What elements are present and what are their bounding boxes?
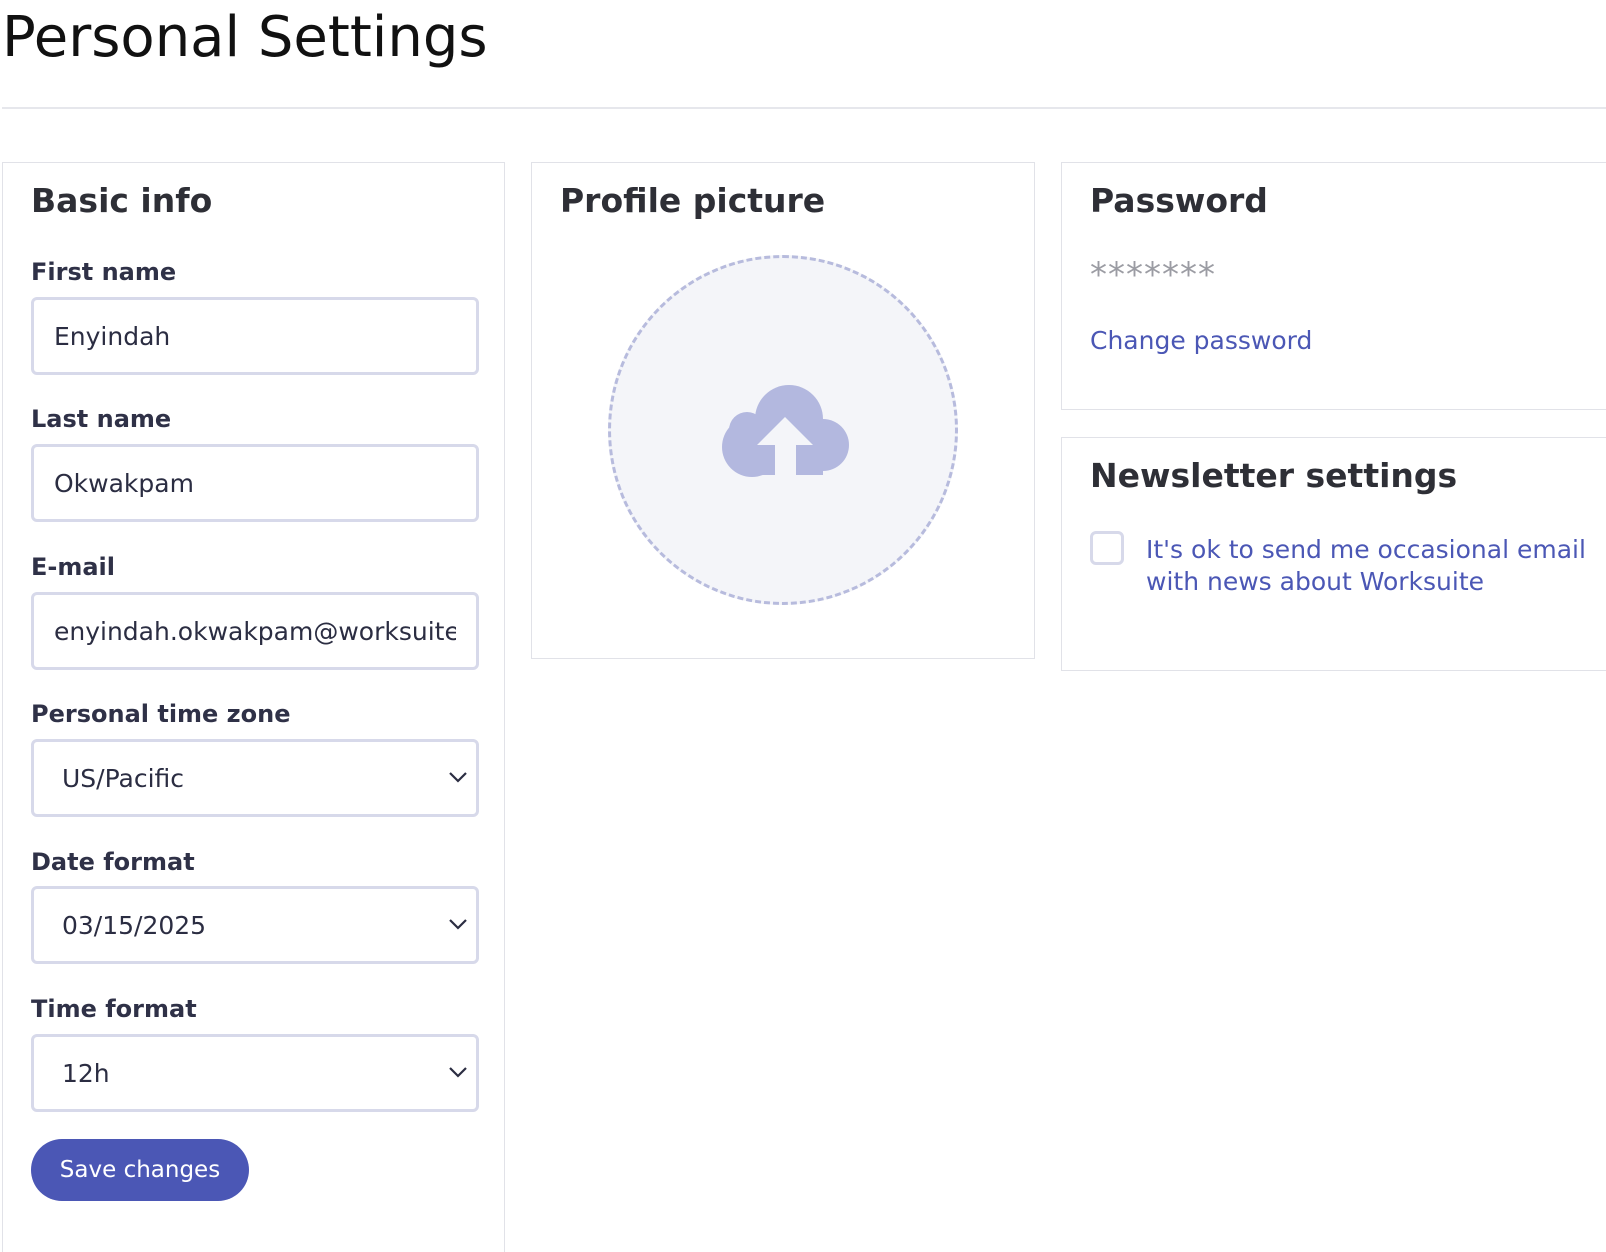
chevron-down-icon xyxy=(449,1067,467,1078)
password-card: Password ******* Change password xyxy=(1061,162,1606,410)
basic-info-title: Basic info xyxy=(31,181,213,220)
profile-picture-title: Profile picture xyxy=(560,181,826,220)
newsletter-settings-title: Newsletter settings xyxy=(1090,456,1458,495)
time-format-label: Time format xyxy=(31,995,197,1023)
last-name-label: Last name xyxy=(31,405,172,433)
profile-picture-card: Profile picture xyxy=(531,162,1035,659)
title-divider xyxy=(2,107,1606,109)
timezone-select[interactable]: US/Pacific xyxy=(31,739,479,817)
password-masked-value: ******* xyxy=(1090,255,1216,295)
chevron-down-icon xyxy=(449,919,467,930)
chevron-down-icon xyxy=(449,772,467,783)
first-name-label: First name xyxy=(31,258,177,286)
last-name-input[interactable] xyxy=(31,444,479,522)
personal-settings-page: Personal Settings Basic info First name … xyxy=(0,0,1606,1252)
save-changes-button[interactable]: Save changes xyxy=(31,1139,249,1201)
basic-info-card: Basic info First name Last name E-mail P… xyxy=(2,162,505,1252)
date-format-select-value: 03/15/2025 xyxy=(62,911,207,940)
date-format-select[interactable]: 03/15/2025 xyxy=(31,886,479,964)
time-format-select-value: 12h xyxy=(62,1059,110,1088)
time-format-select[interactable]: 12h xyxy=(31,1034,479,1112)
profile-picture-upload[interactable] xyxy=(608,255,958,605)
password-title: Password xyxy=(1090,181,1268,220)
cloud-upload-icon xyxy=(722,385,849,483)
newsletter-settings-card: Newsletter settings It's ok to send me o… xyxy=(1061,437,1606,671)
first-name-input[interactable] xyxy=(31,297,479,375)
timezone-select-value: US/Pacific xyxy=(62,764,185,793)
change-password-link[interactable]: Change password xyxy=(1090,325,1312,357)
email-label: E-mail xyxy=(31,553,116,581)
newsletter-checkbox[interactable] xyxy=(1090,531,1124,565)
email-input[interactable] xyxy=(31,592,479,670)
timezone-label: Personal time zone xyxy=(31,700,291,728)
page-title: Personal Settings xyxy=(2,5,488,70)
date-format-label: Date format xyxy=(31,848,195,876)
newsletter-checkbox-label[interactable]: It's ok to send me occasional email with… xyxy=(1146,534,1586,598)
